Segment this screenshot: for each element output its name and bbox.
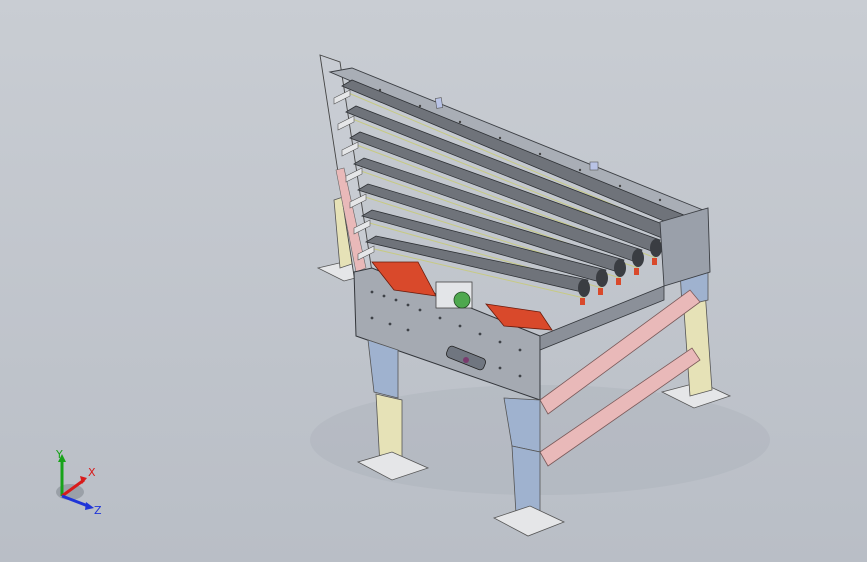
belt-end-roller [578, 279, 590, 297]
belt-end-roller [614, 259, 626, 277]
belt-end-bracket [616, 278, 621, 285]
axis-triad: Y X Z [55, 448, 102, 517]
z-axis-label: Z [94, 504, 102, 517]
z-axis-arrow-icon [85, 502, 94, 510]
belt-end-bracket [634, 268, 639, 275]
rail-tab-2 [589, 161, 599, 171]
belt-end-bracket [580, 298, 585, 305]
belt-end-bracket [598, 288, 603, 295]
foot-plate-front-right [492, 505, 566, 537]
conveyor-3d-model[interactable] [0, 0, 867, 562]
belt-end-roller [632, 249, 644, 267]
belt-end-roller [650, 239, 662, 257]
y-axis-label: Y [55, 448, 63, 461]
x-axis-label: X [88, 466, 96, 479]
belt-end-roller [596, 269, 608, 287]
leg-front-left-upper [367, 339, 399, 399]
cad-viewport[interactable]: Y X Z [0, 0, 867, 562]
end-plate-right [659, 207, 711, 287]
gear-motor [453, 291, 471, 309]
front-panel-knob [463, 357, 469, 363]
rail-tab-1 [434, 97, 444, 109]
belt-end-bracket [652, 258, 657, 265]
